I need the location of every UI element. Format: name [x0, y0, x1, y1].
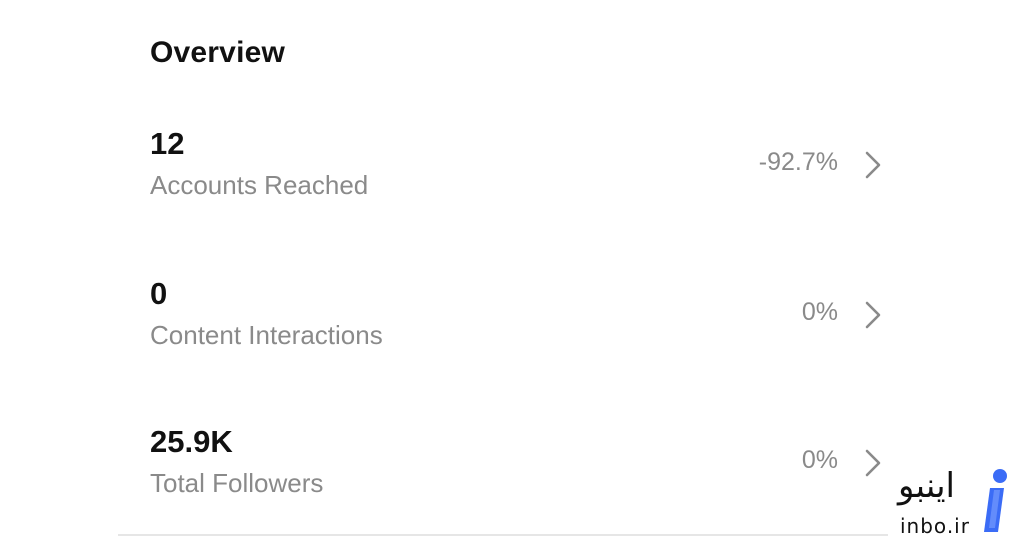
metric-row-total-followers[interactable]: 25.9K Total Followers 0%	[150, 424, 890, 514]
inbo-logo-icon	[980, 466, 1010, 536]
watermark-latin-text: inbo.ir	[900, 514, 970, 538]
watermark: اینبو inbo.ir	[896, 466, 1020, 542]
metric-row-accounts-reached[interactable]: 12 Accounts Reached -92.7%	[150, 126, 890, 216]
insights-overview-page: Overview 12 Accounts Reached -92.7% 0 Co…	[0, 0, 1024, 546]
chevron-right-icon	[862, 448, 884, 478]
chevron-right-icon	[862, 150, 884, 180]
metric-change: 0%	[801, 446, 838, 474]
metric-change: 0%	[801, 298, 838, 326]
metric-label: Content Interactions	[150, 320, 383, 350]
chevron-right-icon	[862, 300, 884, 330]
metric-value: 25.9K	[150, 424, 233, 459]
metric-value: 12	[150, 126, 185, 161]
watermark-persian-text: اینبو	[898, 466, 955, 506]
metric-label: Total Followers	[150, 468, 324, 498]
metric-change: -92.7%	[758, 148, 838, 176]
metric-label: Accounts Reached	[150, 170, 369, 200]
metric-value: 0	[150, 276, 168, 311]
metric-row-content-interactions[interactable]: 0 Content Interactions 0%	[150, 276, 890, 366]
bottom-divider	[118, 534, 888, 536]
overview-title: Overview	[150, 36, 286, 69]
